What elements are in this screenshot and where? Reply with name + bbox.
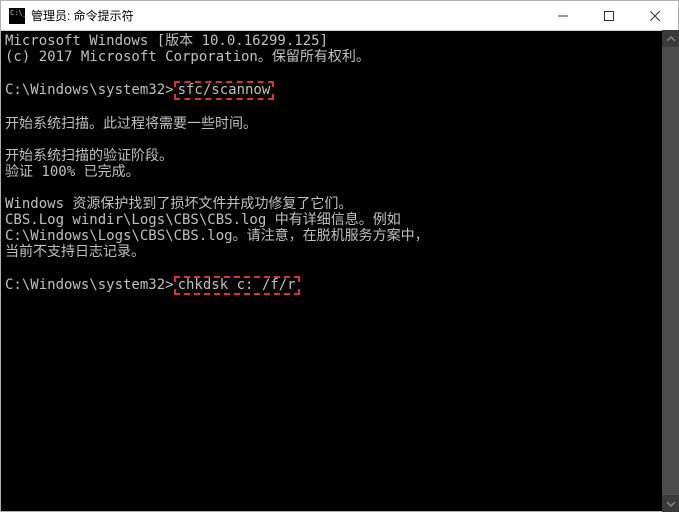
terminal-line: 验证 100% 已完成。 [5, 164, 140, 180]
terminal-line: 开始系统扫描的验证阶段。 [5, 148, 173, 164]
vertical-scrollbar[interactable] [662, 30, 679, 512]
window-title: 管理员: 命令提示符 [31, 7, 540, 24]
close-button[interactable] [632, 1, 678, 30]
terminal-prompt: C:\Windows\system32> [5, 277, 174, 293]
terminal-line: Windows 资源保护找到了损坏文件并成功修复了它们。 [5, 196, 352, 212]
highlighted-command: sfc/scannow [174, 81, 275, 100]
scrollbar-thumb[interactable] [662, 47, 679, 495]
terminal-area[interactable]: Microsoft Windows [版本 10.0.16299.125] (c… [1, 31, 678, 511]
terminal-line: C:\Windows\Logs\CBS\CBS.log。请注意，在脱机服务方案中… [5, 228, 429, 244]
terminal-line: (c) 2017 Microsoft Corporation。保留所有权利。 [5, 49, 370, 65]
scroll-up-button[interactable] [662, 30, 679, 47]
terminal-prompt: C:\Windows\system32> [5, 82, 174, 98]
close-icon [650, 11, 660, 21]
maximize-button[interactable] [586, 1, 632, 30]
chevron-up-icon [667, 35, 675, 43]
terminal-line: Microsoft Windows [版本 10.0.16299.125] [5, 33, 328, 49]
cmd-window: 管理员: 命令提示符 Microsoft Windows [版本 10.0.16… [0, 0, 679, 512]
chevron-down-icon [667, 500, 675, 508]
highlighted-command: chkdsk c: /f/r [174, 276, 300, 295]
terminal-line: 当前不支持日志记录。 [5, 244, 145, 260]
scroll-down-button[interactable] [662, 495, 679, 512]
terminal-line: CBS.Log windir\Logs\CBS\CBS.log 中有详细信息。例… [5, 212, 401, 228]
terminal-line: 开始系统扫描。此过程将需要一些时间。 [5, 116, 257, 132]
minimize-button[interactable] [540, 1, 586, 30]
cmd-icon [9, 8, 25, 24]
window-controls [540, 1, 678, 30]
titlebar[interactable]: 管理员: 命令提示符 [1, 1, 678, 31]
maximize-icon [604, 11, 614, 21]
scrollbar-track[interactable] [662, 47, 679, 495]
minimize-icon [558, 11, 568, 21]
